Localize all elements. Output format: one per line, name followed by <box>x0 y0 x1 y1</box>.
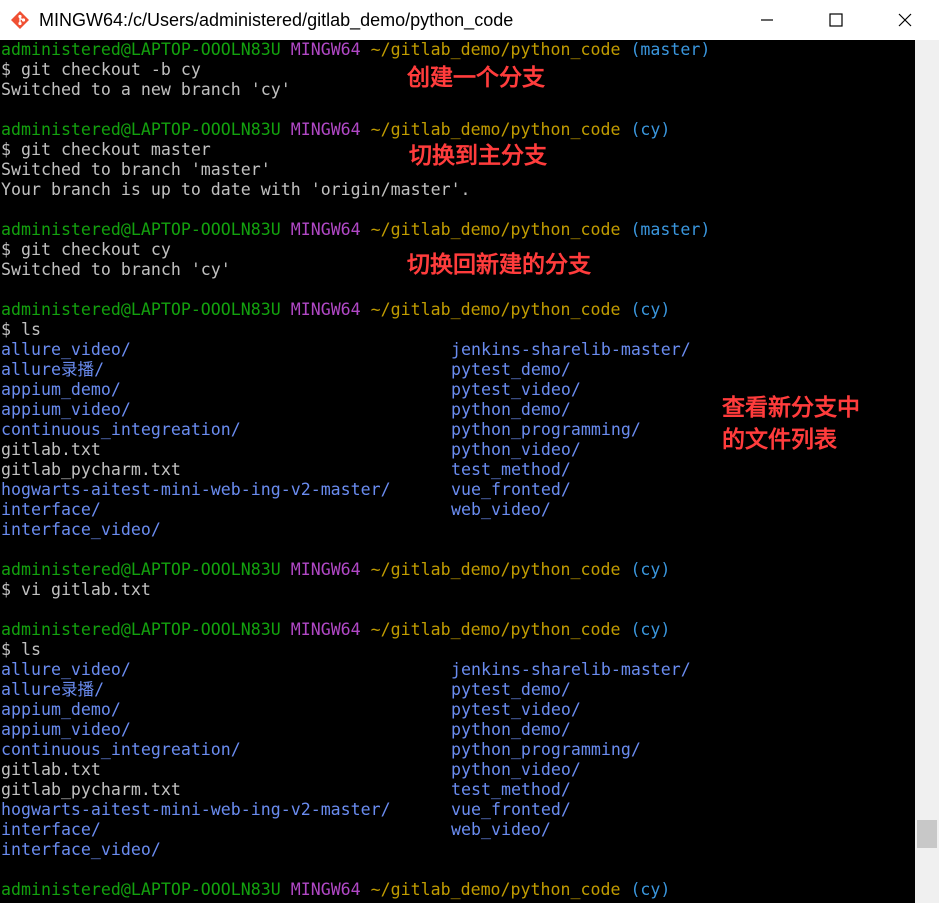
close-icon <box>898 13 912 27</box>
listing-entry: pytest_video/ <box>451 700 581 719</box>
prompt-line: administered@LAPTOP-OOOLN83U MINGW64 ~/g… <box>1 40 711 59</box>
listing-entry: test_method/ <box>451 460 571 479</box>
listing-entry: python_programming/ <box>451 740 641 759</box>
listing-entry: continuous_integreation/ <box>1 420 241 439</box>
annotation-create-branch: 创建一个分支 <box>407 65 545 91</box>
command-line: $ git checkout cy <box>1 240 171 259</box>
listing-entry: appium_demo/ <box>1 380 121 399</box>
listing-entry: continuous_integreation/ <box>1 740 241 759</box>
listing-entry: jenkins-sharelib-master/ <box>451 660 691 679</box>
listing-entry: vue_fronted/ <box>451 480 571 499</box>
output-line: Switched to branch 'master' <box>1 160 271 179</box>
maximize-icon <box>829 13 843 27</box>
close-button[interactable] <box>870 0 939 40</box>
prompt-line: administered@LAPTOP-OOOLN83U MINGW64 ~/g… <box>1 300 671 319</box>
listing-entry: appium_video/ <box>1 400 131 419</box>
command-line: $ git checkout master <box>1 140 211 159</box>
listing-entry: hogwarts-aitest-mini-web-ing-v2-master/ <box>1 800 391 819</box>
output-line: Switched to branch 'cy' <box>1 260 231 279</box>
listing-entry: python_demo/ <box>451 720 571 739</box>
listing-entry: allure录播/ <box>1 360 105 379</box>
terminal-window: MINGW64:/c/Users/administered/gitlab_dem… <box>0 0 939 903</box>
annotation-list-files-line2: 的文件列表 <box>722 427 837 453</box>
listing-entry: appium_video/ <box>1 720 131 739</box>
command-line: $ ls <box>1 640 41 659</box>
annotation-list-files: 查看新分支中 的文件列表 <box>722 392 860 456</box>
listing-entry: appium_demo/ <box>1 700 121 719</box>
listing-entry: web_video/ <box>451 820 551 839</box>
output-line: Your branch is up to date with 'origin/m… <box>1 180 471 199</box>
prompt-line: administered@LAPTOP-OOOLN83U MINGW64 ~/g… <box>1 220 711 239</box>
listing-entry: hogwarts-aitest-mini-web-ing-v2-master/ <box>1 480 391 499</box>
scrollbar-thumb[interactable] <box>917 820 937 848</box>
prompt-line: administered@LAPTOP-OOOLN83U MINGW64 ~/g… <box>1 620 671 639</box>
listing-entry: python_programming/ <box>451 420 641 439</box>
listing-entry: python_video/ <box>451 440 581 459</box>
window-title: MINGW64:/c/Users/administered/gitlab_dem… <box>39 9 514 30</box>
listing-entry: gitlab_pycharm.txt <box>1 780 181 799</box>
command-line: $ git checkout -b cy <box>1 60 201 79</box>
listing-entry: jenkins-sharelib-master/ <box>451 340 691 359</box>
listing-entry: python_demo/ <box>451 400 571 419</box>
annotation-switch-master: 切换到主分支 <box>409 143 547 169</box>
listing-entry: python_video/ <box>451 760 581 779</box>
terminal-output[interactable]: administered@LAPTOP-OOOLN83U MINGW64 ~/g… <box>0 40 915 903</box>
prompt-line: administered@LAPTOP-OOOLN83U MINGW64 ~/g… <box>1 560 671 579</box>
minimize-icon <box>761 19 773 21</box>
prompt-line: administered@LAPTOP-OOOLN83U MINGW64 ~/g… <box>1 120 671 139</box>
listing-entry: gitlab_pycharm.txt <box>1 460 181 479</box>
listing-entry: allure_video/ <box>1 660 131 679</box>
output-line: Switched to a new branch 'cy' <box>1 80 291 99</box>
listing-entry: pytest_demo/ <box>451 360 571 379</box>
annotation-switch-back: 切换回新建的分支 <box>407 252 591 278</box>
listing-entry: gitlab.txt <box>1 440 101 459</box>
listing-entry: allure_video/ <box>1 340 131 359</box>
vertical-scrollbar[interactable] <box>915 40 939 903</box>
listing-entry: web_video/ <box>451 500 551 519</box>
listing-entry: allure录播/ <box>1 680 105 699</box>
maximize-button[interactable] <box>801 0 871 40</box>
command-line: $ ls <box>1 320 41 339</box>
prompt-line: administered@LAPTOP-OOOLN83U MINGW64 ~/g… <box>1 880 671 899</box>
listing-entry: interface/ <box>1 820 101 839</box>
minimize-button[interactable] <box>732 0 802 40</box>
git-bash-icon <box>9 9 31 31</box>
listing-entry: interface_video/ <box>1 840 161 859</box>
listing-entry: interface/ <box>1 500 101 519</box>
listing-entry: pytest_video/ <box>451 380 581 399</box>
listing-entry: pytest_demo/ <box>451 680 571 699</box>
listing-entry: interface_video/ <box>1 520 161 539</box>
listing-entry: vue_fronted/ <box>451 800 571 819</box>
command-line: $ vi gitlab.txt <box>1 580 151 599</box>
listing-entry: gitlab.txt <box>1 760 101 779</box>
listing-entry: test_method/ <box>451 780 571 799</box>
annotation-list-files-line1: 查看新分支中 <box>722 395 860 421</box>
title-bar[interactable]: MINGW64:/c/Users/administered/gitlab_dem… <box>0 0 939 40</box>
